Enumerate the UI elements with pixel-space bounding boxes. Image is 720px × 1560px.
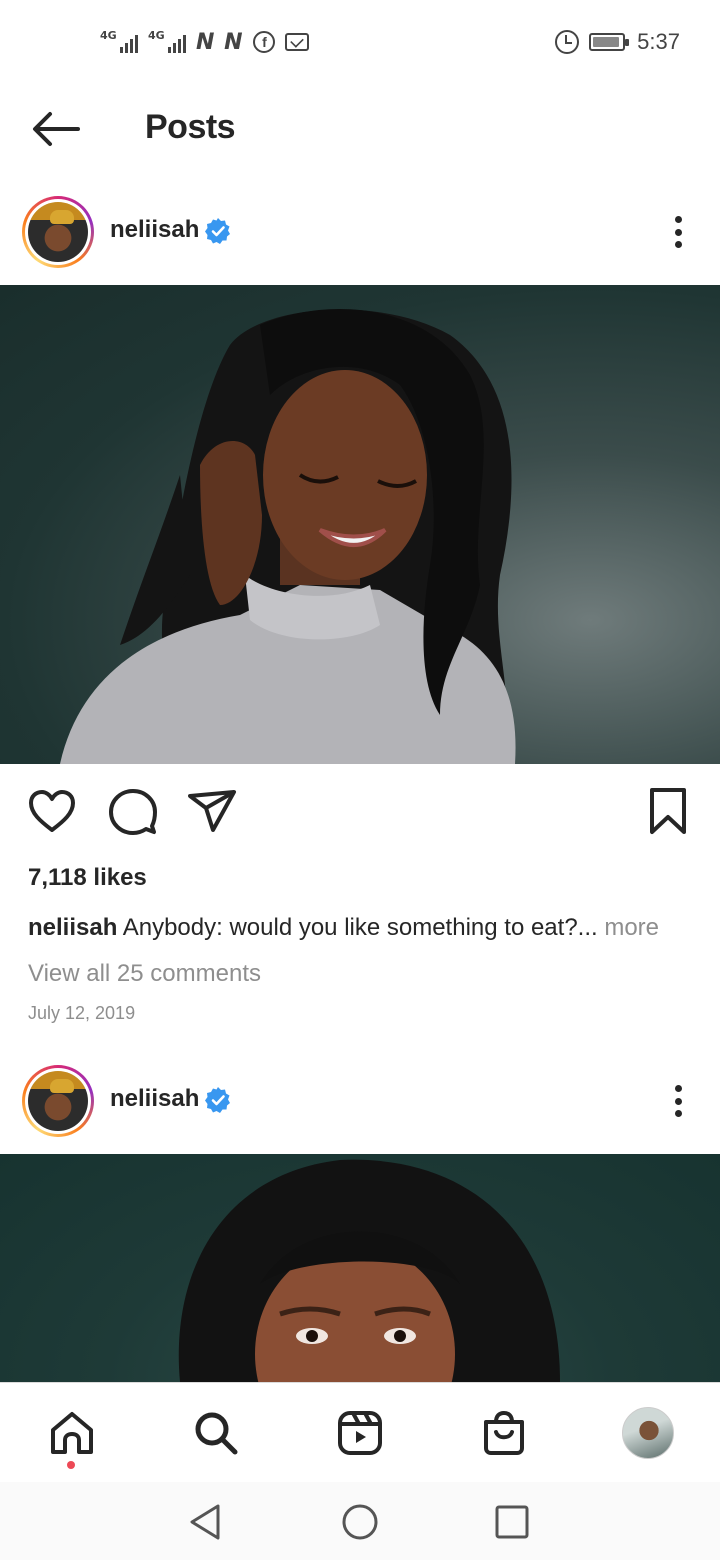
nav-shop[interactable]	[476, 1405, 532, 1461]
post-image[interactable]	[0, 285, 720, 764]
story-avatar[interactable]	[22, 1065, 94, 1137]
post-header: neliisah	[0, 190, 720, 278]
search-icon	[195, 1412, 238, 1455]
story-avatar[interactable]	[22, 196, 94, 268]
verified-badge-icon	[205, 1087, 230, 1113]
square-recents-icon[interactable]	[490, 1500, 534, 1544]
news-notification-icons: N N	[196, 29, 244, 55]
home-icon	[51, 1412, 93, 1454]
back-arrow-icon	[33, 112, 80, 146]
status-left: 4G 4G N N f	[100, 26, 310, 58]
heart-icon[interactable]	[26, 786, 78, 838]
bottom-navigation	[0, 1382, 720, 1482]
avatar	[28, 202, 88, 262]
post-actions	[0, 764, 720, 854]
triangle-back-icon[interactable]	[184, 1500, 228, 1544]
network-type-label: 4G	[100, 29, 117, 42]
avatar	[28, 1071, 88, 1131]
nav-search[interactable]	[188, 1405, 244, 1461]
clock: 5:37	[637, 29, 680, 54]
bookmark-icon[interactable]	[642, 786, 694, 838]
page-title: Posts	[145, 108, 236, 146]
status-right: 5:37	[555, 26, 680, 58]
post-caption: neliisah Anybody: would you like somethi…	[28, 914, 698, 942]
circle-home-icon[interactable]	[338, 1500, 382, 1544]
post-username[interactable]: neliisah	[110, 216, 199, 244]
battery-icon	[589, 33, 630, 51]
verified-badge-icon	[205, 218, 230, 244]
profile-avatar	[622, 1407, 674, 1459]
shop-icon	[484, 1410, 524, 1455]
back-button[interactable]	[24, 104, 88, 154]
post-header: neliisah	[0, 1059, 720, 1147]
view-comments-link[interactable]: View all 25 comments	[28, 960, 261, 988]
mail-icon	[285, 33, 310, 51]
nav-reels[interactable]	[332, 1405, 388, 1461]
likes-count[interactable]: 7,118 likes	[28, 864, 147, 892]
portrait-photo	[60, 309, 516, 764]
comment-icon[interactable]	[106, 786, 158, 838]
post-date: July 12, 2019	[28, 1003, 136, 1023]
signal-icon-1: 4G	[100, 29, 138, 55]
reels-icon	[338, 1411, 382, 1455]
facebook-icon: f	[253, 31, 276, 53]
caption-text: Anybody: would you like something to eat…	[122, 914, 598, 941]
system-navigation	[0, 1482, 720, 1560]
more-options-button[interactable]	[666, 1079, 690, 1123]
alarm-icon	[555, 30, 580, 54]
notification-dot	[67, 1461, 75, 1469]
more-options-button[interactable]	[666, 210, 690, 254]
send-icon[interactable]	[186, 786, 238, 838]
portrait-photo	[178, 1159, 560, 1382]
status-bar: 4G 4G N N f 5:37	[0, 0, 720, 84]
top-bar: Posts	[0, 84, 720, 174]
nav-profile[interactable]	[620, 1405, 676, 1461]
nav-home[interactable]	[44, 1405, 100, 1461]
network-type-label: 4G	[148, 29, 165, 42]
post-username[interactable]: neliisah	[110, 1085, 199, 1113]
post-image[interactable]	[0, 1154, 720, 1382]
signal-icon-2: 4G	[148, 29, 186, 55]
caption-username[interactable]: neliisah	[28, 914, 117, 941]
caption-more-link[interactable]: more	[604, 914, 659, 941]
